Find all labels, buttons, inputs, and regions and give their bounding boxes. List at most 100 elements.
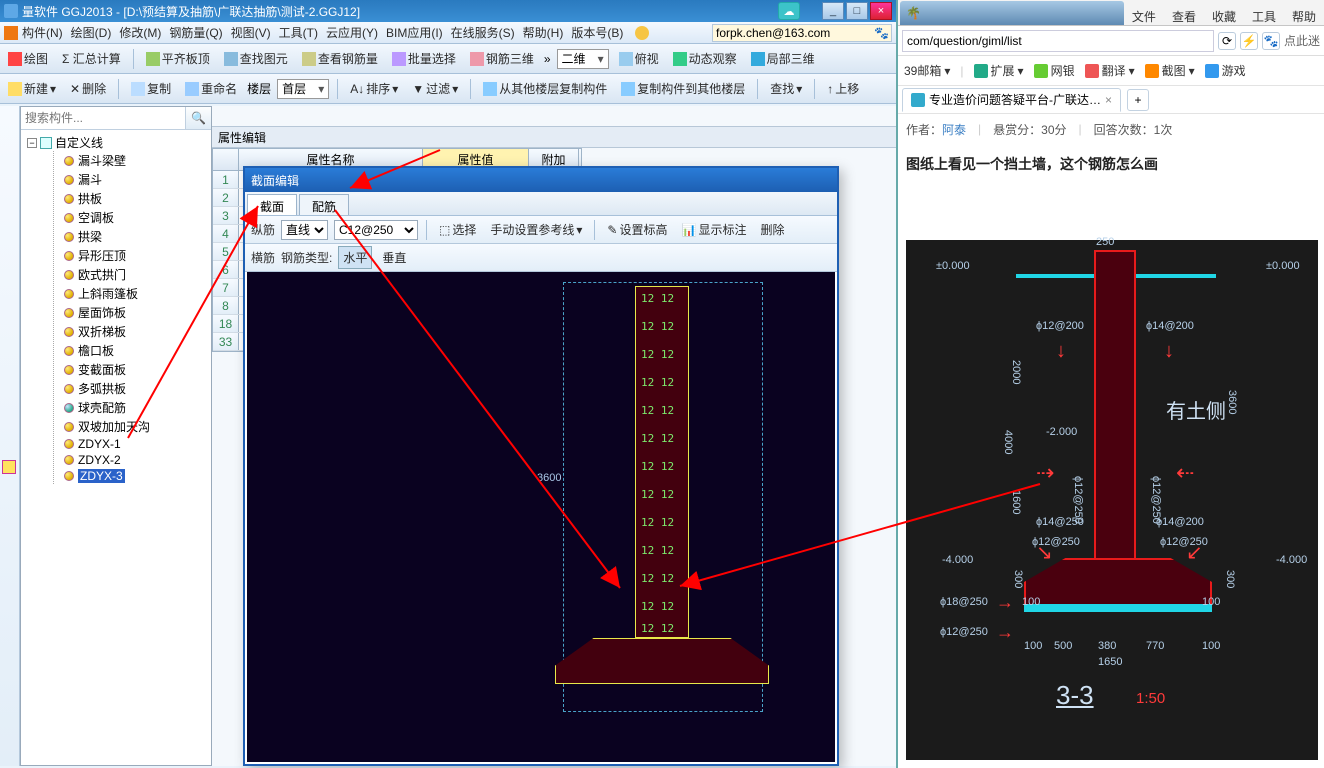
- menu-version[interactable]: 版本号(B): [571, 24, 623, 41]
- tb-filter[interactable]: ▼ 过滤 ▾: [408, 78, 462, 99]
- section-canvas[interactable]: 3600 12 12 12 12 12 12 12 12 12 12 12 12…: [247, 272, 835, 762]
- tb-sum[interactable]: Σ 汇总计算: [58, 48, 125, 69]
- menu-cloud[interactable]: 云应用(Y): [326, 24, 378, 41]
- tb-sort[interactable]: A↓ 排序 ▾: [346, 78, 402, 99]
- search-input[interactable]: [21, 107, 185, 129]
- rebar-pair-label: 12 12: [641, 516, 674, 529]
- cloud-badge[interactable]: ☁: [778, 2, 800, 20]
- browser-menu-tools[interactable]: 工具: [1244, 8, 1284, 25]
- tree-item[interactable]: 漏斗梁壁: [64, 151, 211, 170]
- menu-component[interactable]: 构件(N): [22, 24, 63, 41]
- tb-viewqty[interactable]: 查看钢筋量: [298, 48, 382, 69]
- show-dim-button[interactable]: 📊 显示标注: [678, 219, 751, 240]
- close-tab-icon[interactable]: ×: [1105, 93, 1112, 107]
- menu-draw[interactable]: 绘图(D): [71, 24, 112, 41]
- refresh-icon[interactable]: ⟳: [1218, 32, 1236, 50]
- minimize-button[interactable]: _: [822, 2, 844, 20]
- tb-topview[interactable]: 俯视: [615, 48, 663, 69]
- user-box[interactable]: [712, 24, 892, 42]
- tree-item[interactable]: 上斜雨篷板: [64, 284, 211, 303]
- tree-item[interactable]: 双折梯板: [64, 322, 211, 341]
- tab-section[interactable]: 截面: [247, 194, 297, 215]
- bm-bank[interactable]: 网银: [1034, 62, 1075, 79]
- bm-screenshot[interactable]: 截图 ▾: [1145, 62, 1195, 79]
- tree-item[interactable]: 双坡加加天沟: [64, 417, 211, 436]
- tb-batchsel[interactable]: 批量选择: [388, 48, 460, 69]
- tree-item[interactable]: 屋面饰板: [64, 303, 211, 322]
- tb-copyfrom[interactable]: 从其他楼层复制构件: [479, 78, 611, 99]
- bm-ext[interactable]: 扩展 ▾: [974, 62, 1024, 79]
- tb-search[interactable]: 查找 ▾: [766, 78, 806, 99]
- url-input[interactable]: [902, 30, 1214, 52]
- menu-modify[interactable]: 修改(M): [119, 24, 161, 41]
- tree[interactable]: − 自定义线 漏斗梁壁 漏斗 拱板 空调板 拱梁 异形压顶 欧式拱门 上斜雨篷板…: [21, 130, 211, 765]
- menu-rebar[interactable]: 钢筋量(Q): [169, 24, 222, 41]
- browser-menu-help[interactable]: 帮助: [1284, 8, 1324, 25]
- search-button[interactable]: 🔍: [185, 107, 211, 129]
- bm-game[interactable]: 游戏: [1205, 62, 1246, 79]
- lightning-icon[interactable]: ⚡: [1240, 32, 1258, 50]
- browser-menu-fav[interactable]: 收藏: [1204, 8, 1244, 25]
- tb-local3d[interactable]: 局部三维: [747, 48, 819, 69]
- tb-draw[interactable]: 绘图: [4, 48, 52, 69]
- toggle-icon[interactable]: −: [27, 138, 37, 148]
- bm-mail[interactable]: 39邮箱 ▾: [904, 62, 950, 79]
- meta-author-label: 作者：: [906, 123, 942, 137]
- tree-item[interactable]: 拱板: [64, 189, 211, 208]
- bookmark-hint[interactable]: 点此迷: [1284, 32, 1320, 49]
- bm-translate[interactable]: 翻译 ▾: [1085, 62, 1135, 79]
- horizontal-button[interactable]: 水平: [338, 246, 372, 269]
- property-tab-label[interactable]: 属性编辑: [212, 126, 896, 148]
- view-mode-combo[interactable]: 二维▾: [557, 49, 609, 69]
- tree-item[interactable]: 空调板: [64, 208, 211, 227]
- rebar-pair-label: 12 12: [641, 376, 674, 389]
- tb-find[interactable]: 查找图元: [220, 48, 292, 69]
- maximize-button[interactable]: □: [846, 2, 868, 20]
- tb-delete[interactable]: ✕ 删除: [66, 78, 110, 99]
- menu-help[interactable]: 帮助(H): [523, 24, 564, 41]
- tree-item[interactable]: 漏斗: [64, 170, 211, 189]
- tree-root[interactable]: − 自定义线: [27, 134, 211, 151]
- tb-rename[interactable]: 重命名: [181, 78, 241, 99]
- tb-flushslab[interactable]: 平齐板顶: [142, 48, 214, 69]
- page-tab[interactable]: 专业造价问题答疑平台-广联达… ×: [902, 88, 1121, 112]
- section-tabs: 截面 配筋: [245, 192, 837, 216]
- close-button[interactable]: ×: [870, 2, 892, 20]
- menu-bim[interactable]: BIM应用(I): [386, 24, 443, 41]
- tree-item[interactable]: 异形压顶: [64, 246, 211, 265]
- meta-author-link[interactable]: 阿泰: [942, 123, 966, 137]
- paw-bookmark-icon[interactable]: 🐾: [1262, 32, 1280, 50]
- cad-dim: 4000: [1002, 430, 1014, 454]
- tree-item[interactable]: 多弧拱板: [64, 379, 211, 398]
- shape-select[interactable]: 直线: [281, 220, 328, 240]
- tb-new[interactable]: 新建 ▾: [4, 78, 60, 99]
- tree-item[interactable]: 拱梁: [64, 227, 211, 246]
- new-tab-button[interactable]: +: [1127, 89, 1149, 111]
- tree-item-selected[interactable]: ZDYX-3: [64, 468, 211, 484]
- tree-item[interactable]: 变截面板: [64, 360, 211, 379]
- tree-item[interactable]: ZDYX-1: [64, 436, 211, 452]
- menu-tools[interactable]: 工具(T): [279, 24, 318, 41]
- menu-online[interactable]: 在线服务(S): [451, 24, 515, 41]
- set-elevation-button[interactable]: ✎ 设置标高: [603, 219, 671, 240]
- spec-select[interactable]: C12@250: [334, 220, 418, 240]
- manual-ref-button[interactable]: 手动设置参考线 ▾: [486, 219, 586, 240]
- tb-rebar3d[interactable]: 钢筋三维: [466, 48, 538, 69]
- tb-copy[interactable]: 复制: [127, 78, 175, 99]
- tree-item[interactable]: ZDYX-2: [64, 452, 211, 468]
- floor-selector[interactable]: 首层▾: [277, 79, 329, 99]
- tb-orbit[interactable]: 动态观察: [669, 48, 741, 69]
- tree-item[interactable]: 欧式拱门: [64, 265, 211, 284]
- delete-rebar-button[interactable]: 删除: [756, 219, 788, 240]
- tree-item[interactable]: 檐口板: [64, 341, 211, 360]
- browser-tab-thumbnail[interactable]: 🌴: [900, 1, 1124, 25]
- vertical-button[interactable]: 垂直: [378, 247, 410, 268]
- tb-copyto[interactable]: 复制构件到其他楼层: [617, 78, 749, 99]
- menu-view[interactable]: 视图(V): [231, 24, 271, 41]
- tb-moveup[interactable]: ↑ 上移: [823, 78, 863, 99]
- tree-item[interactable]: 球壳配筋: [64, 398, 211, 417]
- pick-button[interactable]: ⬚ 选择: [435, 219, 480, 240]
- browser-menu-view[interactable]: 查看: [1164, 8, 1204, 25]
- tab-rebar[interactable]: 配筋: [299, 194, 349, 215]
- browser-menu-file[interactable]: 文件: [1124, 8, 1164, 25]
